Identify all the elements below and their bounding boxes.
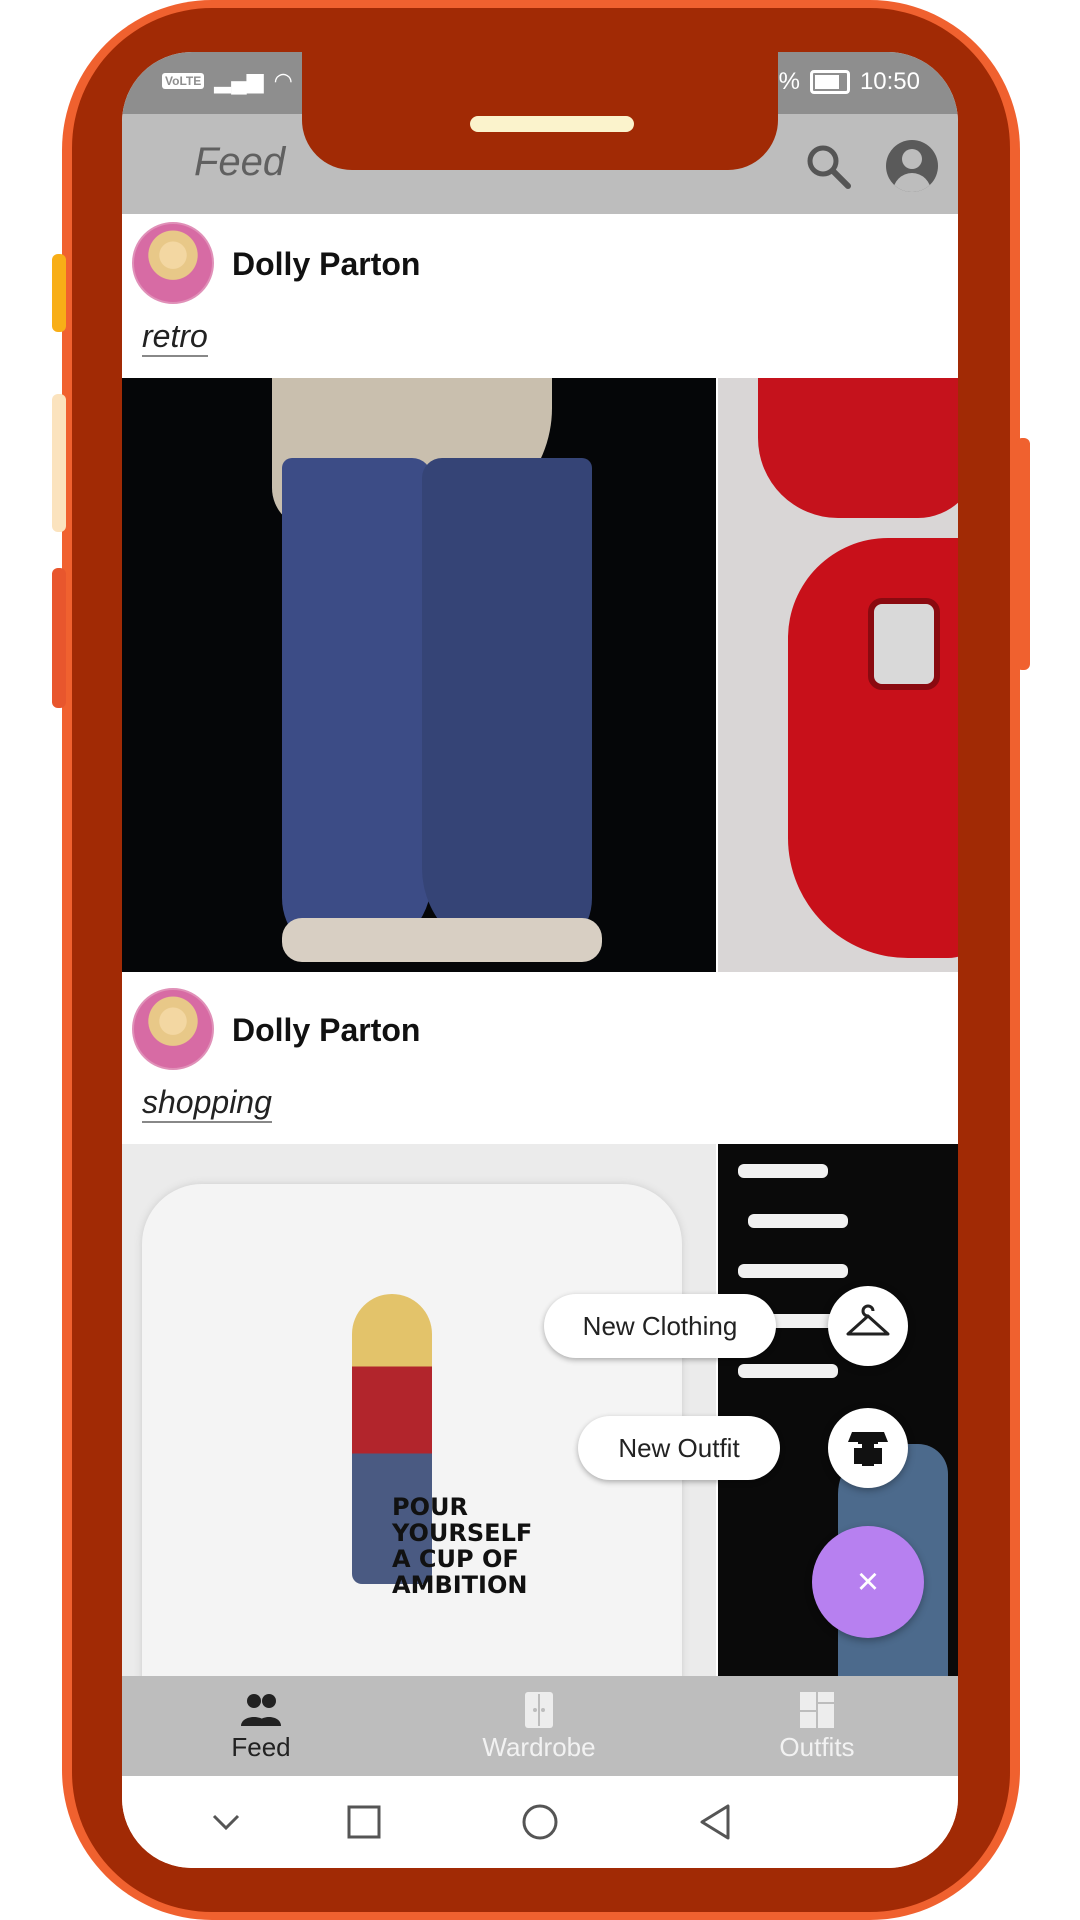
home-circle-icon[interactable] <box>520 1802 560 1842</box>
nav-label-feed: Feed <box>231 1732 291 1762</box>
post-card: Dolly Parton retro <box>122 214 958 972</box>
new-outfit-label[interactable]: New Outfit <box>578 1416 780 1480</box>
shirt-text-line: YOURSELF <box>392 1519 533 1547</box>
outfits-grid-icon <box>800 1692 834 1728</box>
jeans-hem <box>282 918 602 962</box>
chevron-down-icon[interactable] <box>206 1802 246 1842</box>
shirt-text-line: POUR <box>392 1493 468 1521</box>
post-header[interactable]: Dolly Parton <box>132 222 732 304</box>
shirt-text-line: A CUP OF <box>392 1545 519 1573</box>
system-navigation-bar <box>122 1776 958 1868</box>
speaker-grille <box>470 116 634 132</box>
shoe-gem <box>868 598 940 690</box>
post-author[interactable]: Dolly Parton <box>232 246 420 283</box>
nav-item-feed[interactable]: Feed <box>122 1676 400 1776</box>
back-triangle-icon[interactable] <box>696 1802 736 1842</box>
photo-embellished-jeans[interactable] <box>122 378 716 972</box>
avatar[interactable] <box>132 222 214 304</box>
volte-badge: VoLTE <box>162 73 205 89</box>
post-gallery[interactable] <box>122 378 958 972</box>
stage-light <box>738 1164 828 1178</box>
close-menu-button[interactable]: × <box>812 1526 924 1638</box>
nav-item-outfits[interactable]: Outfits <box>678 1676 956 1776</box>
power-button <box>1016 438 1030 670</box>
shirt-icon[interactable] <box>828 1408 908 1488</box>
clock: 10:50 <box>859 68 920 95</box>
signal-icon: ▂▄▆ <box>214 68 264 93</box>
photo-red-heels[interactable] <box>718 378 958 972</box>
side-button-orange <box>52 254 66 332</box>
wardrobe-icon <box>525 1692 553 1728</box>
hanger-icon[interactable] <box>828 1286 908 1366</box>
account-head <box>902 149 922 169</box>
nav-label-outfits: Outfits <box>779 1732 855 1762</box>
camera-notch <box>302 52 778 170</box>
bottom-navigation: Feed Wardrobe Outfits <box>122 1676 958 1776</box>
recents-square-icon[interactable] <box>344 1802 384 1842</box>
account-body <box>893 173 931 192</box>
account-circle-icon[interactable] <box>886 140 938 192</box>
phone-screen: VoLTE ▂▄▆ ◠ 🔕 % 10:50 Feed Dolly Parton <box>122 52 958 1868</box>
search-icon[interactable] <box>804 142 852 190</box>
side-button-red <box>52 568 66 708</box>
page-title: Feed <box>194 140 286 184</box>
jeans-right-leg <box>422 458 592 958</box>
shirt-text-line: AMBITION <box>392 1571 528 1599</box>
new-clothing-label[interactable]: New Clothing <box>544 1294 776 1358</box>
people-icon <box>241 1694 281 1726</box>
side-button-cream <box>52 394 66 532</box>
avatar[interactable] <box>132 988 214 1070</box>
shoe-back <box>758 378 958 518</box>
battery-icon <box>809 70 850 94</box>
stage-light <box>738 1264 848 1278</box>
jeans-left-leg <box>282 458 432 958</box>
post-tag[interactable]: retro <box>142 318 208 357</box>
stage-light <box>738 1364 838 1378</box>
stage-light <box>748 1214 848 1228</box>
post-author[interactable]: Dolly Parton <box>232 1012 420 1049</box>
wifi-icon: ◠ <box>273 68 293 93</box>
post-header[interactable]: Dolly Parton <box>132 988 732 1070</box>
tshirt-print-text: POUR YOURSELF A CUP OF AMBITION <box>392 1494 532 1598</box>
nav-label-wardrobe: Wardrobe <box>482 1732 596 1762</box>
status-right: % 10:50 <box>779 68 920 96</box>
post-tag[interactable]: shopping <box>142 1084 272 1123</box>
battery-percent: % <box>778 68 800 95</box>
nav-item-wardrobe[interactable]: Wardrobe <box>400 1676 678 1776</box>
